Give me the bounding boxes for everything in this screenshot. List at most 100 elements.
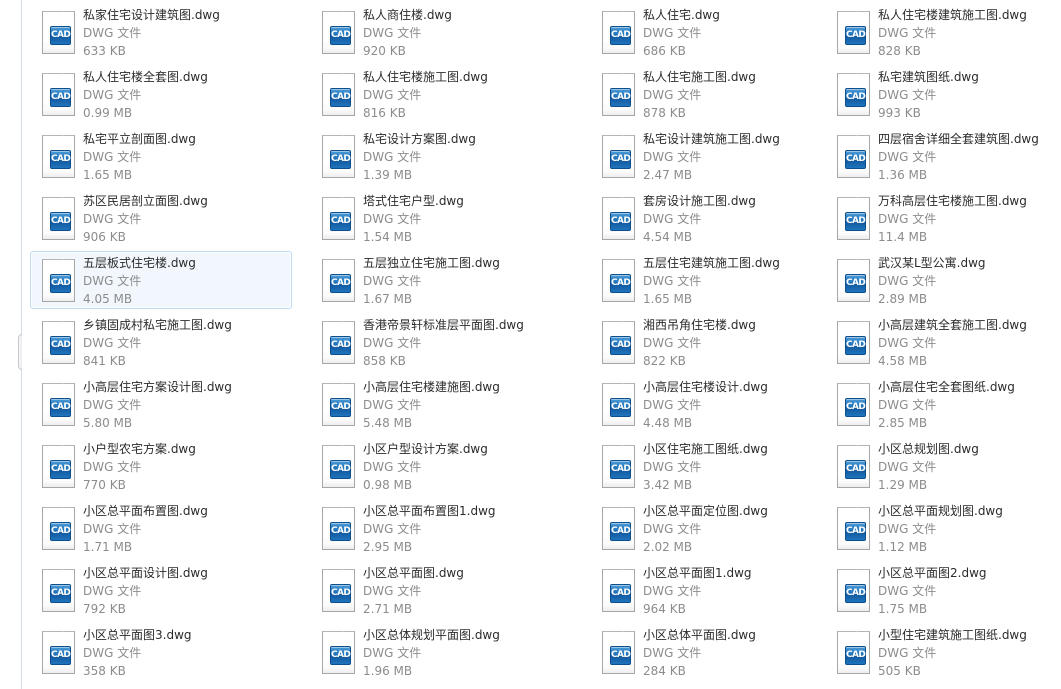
file-tile[interactable]: CAD 小区总平面图2.dwg DWG 文件 1.75 MB <box>825 561 1061 619</box>
page-fold-corner-icon <box>342 259 355 272</box>
file-items-area[interactable]: CAD 私家住宅设计建筑图.dwg DWG 文件 633 KB CAD 私人商住楼.dwg… <box>22 0 1061 689</box>
file-text-block: 乡镇固成村私宅施工图.dwg DWG 文件 841 KB <box>83 317 291 370</box>
file-tile[interactable]: CAD 私宅平立剖面图.dwg DWG 文件 1.65 MB <box>30 127 292 185</box>
file-name: 小区住宅施工图纸.dwg <box>643 442 768 456</box>
file-tile[interactable]: CAD 小区总体平面图.dwg DWG 文件 284 KB <box>590 623 852 681</box>
page-fold-corner-icon <box>622 383 635 396</box>
file-tile[interactable]: CAD 塔式住宅户型.dwg DWG 文件 1.54 MB <box>310 189 572 247</box>
file-tile[interactable]: CAD 小区总平面布置图.dwg DWG 文件 1.71 MB <box>30 499 292 557</box>
file-tile[interactable]: CAD 私人住宅楼建筑施工图.dwg DWG 文件 828 KB <box>825 3 1061 61</box>
cad-badge-icon: CAD <box>610 522 631 541</box>
cad-badge-icon: CAD <box>845 212 866 231</box>
file-size: 1.39 MB <box>363 168 413 182</box>
cad-badge-icon: CAD <box>50 26 71 45</box>
cad-badge-label: CAD <box>611 588 631 598</box>
page-fold-corner-icon <box>62 321 75 334</box>
file-tile[interactable]: CAD 香港帝景轩标准层平面图.dwg DWG 文件 858 KB <box>310 313 572 371</box>
page-fold-corner-icon <box>342 197 355 210</box>
file-tile[interactable]: CAD 苏区民居剖立面图.dwg DWG 文件 906 KB <box>30 189 292 247</box>
file-size: 770 KB <box>83 478 126 492</box>
file-tile[interactable]: CAD 套房设计施工图.dwg DWG 文件 4.54 MB <box>590 189 852 247</box>
file-tile[interactable]: CAD 私家住宅设计建筑图.dwg DWG 文件 633 KB <box>30 3 292 61</box>
page-fold-corner-icon <box>622 321 635 334</box>
cad-file-icon: CAD <box>39 630 78 676</box>
cad-file-icon: CAD <box>319 258 358 304</box>
file-text-block: 小区总平面图1.dwg DWG 文件 964 KB <box>643 565 851 618</box>
file-name: 小区总体平面图.dwg <box>643 628 756 642</box>
cad-file-icon: CAD <box>599 72 638 118</box>
file-tile[interactable]: CAD 五层板式住宅楼.dwg DWG 文件 4.05 MB <box>30 251 292 309</box>
cad-badge-icon: CAD <box>610 336 631 355</box>
document-sheet-shape: CAD <box>322 445 355 488</box>
file-tile[interactable]: CAD 四层宿舍详细全套建筑图.dwg DWG 文件 1.36 MB <box>825 127 1061 185</box>
document-sheet-shape: CAD <box>322 11 355 54</box>
file-type: DWG 文件 <box>878 646 937 660</box>
file-tile[interactable]: CAD 私人住宅楼施工图.dwg DWG 文件 816 KB <box>310 65 572 123</box>
file-tile[interactable]: CAD 小区户型设计方案.dwg DWG 文件 0.98 MB <box>310 437 572 495</box>
cad-badge-label: CAD <box>611 154 631 164</box>
cad-file-icon: CAD <box>39 72 78 118</box>
document-sheet-shape: CAD <box>837 135 870 178</box>
file-tile[interactable]: CAD 私宅设计方案图.dwg DWG 文件 1.39 MB <box>310 127 572 185</box>
file-tile[interactable]: CAD 小区总规划图.dwg DWG 文件 1.29 MB <box>825 437 1061 495</box>
file-tile[interactable]: CAD 小区总平面图.dwg DWG 文件 2.71 MB <box>310 561 572 619</box>
cad-badge-label: CAD <box>331 650 351 660</box>
cad-file-icon: CAD <box>834 196 873 242</box>
cad-badge-icon: CAD <box>610 26 631 45</box>
file-type: DWG 文件 <box>643 212 702 226</box>
file-tile[interactable]: CAD 小高层住宅方案设计图.dwg DWG 文件 5.80 MB <box>30 375 292 433</box>
cad-badge-label: CAD <box>846 588 866 598</box>
file-tile[interactable]: CAD 私人住宅楼全套图.dwg DWG 文件 0.99 MB <box>30 65 292 123</box>
file-text-block: 私家住宅设计建筑图.dwg DWG 文件 633 KB <box>83 7 291 60</box>
page-fold-corner-icon <box>62 259 75 272</box>
file-text-block: 五层住宅建筑施工图.dwg DWG 文件 1.65 MB <box>643 255 851 308</box>
file-name: 小区总平面布置图.dwg <box>83 504 208 518</box>
file-tile[interactable]: CAD 五层住宅建筑施工图.dwg DWG 文件 1.65 MB <box>590 251 852 309</box>
file-tile[interactable]: CAD 小区总平面布置图1.dwg DWG 文件 2.95 MB <box>310 499 572 557</box>
document-sheet-shape: CAD <box>322 135 355 178</box>
file-tile[interactable]: CAD 小区总平面规划图.dwg DWG 文件 1.12 MB <box>825 499 1061 557</box>
file-size: 686 KB <box>643 44 686 58</box>
file-tile[interactable]: CAD 小区总平面图1.dwg DWG 文件 964 KB <box>590 561 852 619</box>
file-size: 2.71 MB <box>363 602 413 616</box>
cad-file-icon: CAD <box>319 630 358 676</box>
file-tile[interactable]: CAD 小户型农宅方案.dwg DWG 文件 770 KB <box>30 437 292 495</box>
file-tile[interactable]: CAD 小高层住宅全套图纸.dwg DWG 文件 2.85 MB <box>825 375 1061 433</box>
file-text-block: 小区总平面布置图.dwg DWG 文件 1.71 MB <box>83 503 291 556</box>
cad-badge-icon: CAD <box>50 646 71 665</box>
file-tile[interactable]: CAD 小高层建筑全套施工图.dwg DWG 文件 4.58 MB <box>825 313 1061 371</box>
file-name: 万科高层住宅楼施工图.dwg <box>878 194 1027 208</box>
file-tile[interactable]: CAD 小区住宅施工图纸.dwg DWG 文件 3.42 MB <box>590 437 852 495</box>
file-type: DWG 文件 <box>878 584 937 598</box>
cad-badge-icon: CAD <box>610 274 631 293</box>
file-tile[interactable]: CAD 湘西吊角住宅楼.dwg DWG 文件 822 KB <box>590 313 852 371</box>
file-name: 小区总规划图.dwg <box>878 442 979 456</box>
cad-badge-label: CAD <box>51 92 71 102</box>
file-tile[interactable]: CAD 私人住宅.dwg DWG 文件 686 KB <box>590 3 852 61</box>
file-tile[interactable]: CAD 小区总平面图3.dwg DWG 文件 358 KB <box>30 623 292 681</box>
file-tile[interactable]: CAD 小区总平面定位图.dwg DWG 文件 2.02 MB <box>590 499 852 557</box>
file-tile[interactable]: CAD 小高层住宅楼设计.dwg DWG 文件 4.48 MB <box>590 375 852 433</box>
cad-badge-icon: CAD <box>330 212 351 231</box>
file-name: 小区总平面图3.dwg <box>83 628 192 642</box>
file-tile[interactable]: CAD 小区总体规划平面图.dwg DWG 文件 1.96 MB <box>310 623 572 681</box>
page-fold-corner-icon <box>342 321 355 334</box>
file-tile[interactable]: CAD 小型住宅建筑施工图纸.dwg DWG 文件 505 KB <box>825 623 1061 681</box>
document-sheet-shape: CAD <box>837 383 870 426</box>
file-tile[interactable]: CAD 私宅设计建筑施工图.dwg DWG 文件 2.47 MB <box>590 127 852 185</box>
file-tile[interactable]: CAD 五层独立住宅施工图.dwg DWG 文件 1.67 MB <box>310 251 572 309</box>
file-tile[interactable]: CAD 私宅建筑图纸.dwg DWG 文件 993 KB <box>825 65 1061 123</box>
file-tile[interactable]: CAD 万科高层住宅楼施工图.dwg DWG 文件 11.4 MB <box>825 189 1061 247</box>
file-tile[interactable]: CAD 小区总平面设计图.dwg DWG 文件 792 KB <box>30 561 292 619</box>
file-text-block: 私人住宅施工图.dwg DWG 文件 878 KB <box>643 69 851 122</box>
file-tile[interactable]: CAD 武汉某L型公寓.dwg DWG 文件 2.89 MB <box>825 251 1061 309</box>
page-fold-corner-icon <box>622 569 635 582</box>
file-tile[interactable]: CAD 乡镇固成村私宅施工图.dwg DWG 文件 841 KB <box>30 313 292 371</box>
file-size: 4.58 MB <box>878 354 928 368</box>
page-fold-corner-icon <box>342 631 355 644</box>
cad-file-icon: CAD <box>319 10 358 56</box>
file-tile[interactable]: CAD 小高层住宅楼建施图.dwg DWG 文件 5.48 MB <box>310 375 572 433</box>
file-tile[interactable]: CAD 私人商住楼.dwg DWG 文件 920 KB <box>310 3 572 61</box>
file-text-block: 小高层住宅楼建施图.dwg DWG 文件 5.48 MB <box>363 379 571 432</box>
file-tile[interactable]: CAD 私人住宅施工图.dwg DWG 文件 878 KB <box>590 65 852 123</box>
